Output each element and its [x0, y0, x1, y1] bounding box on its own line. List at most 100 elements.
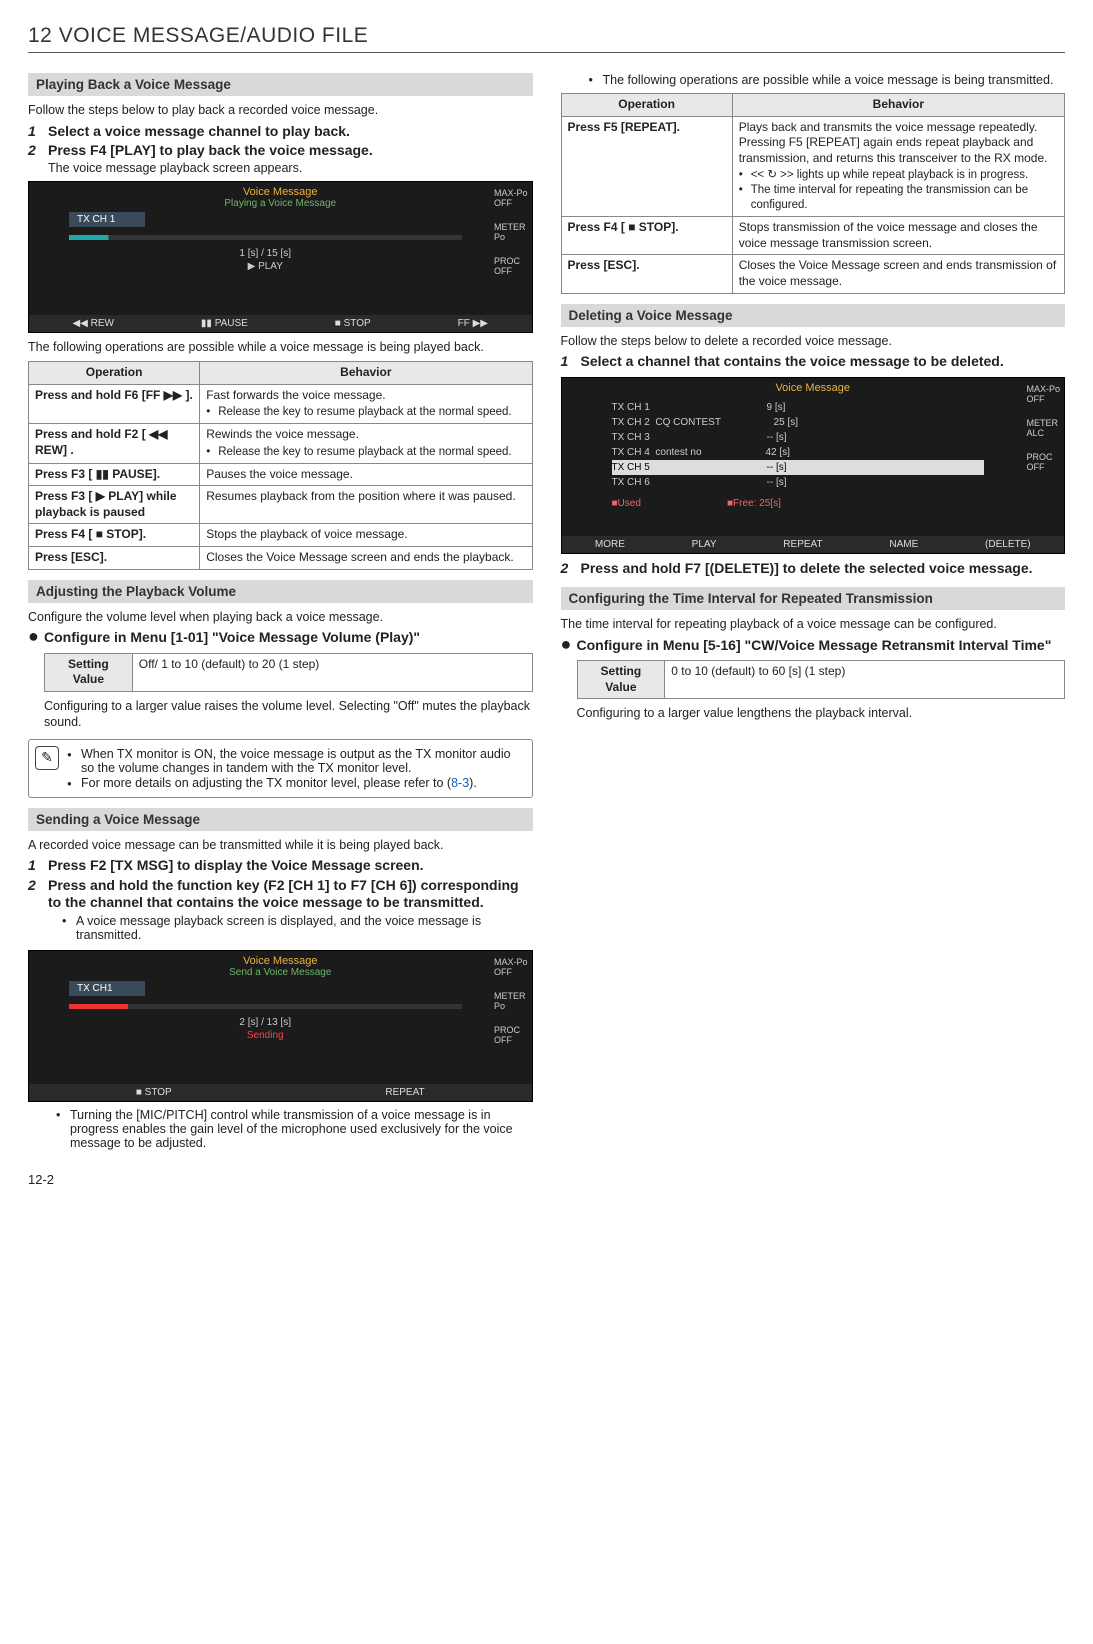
- step-head: Select a channel that contains the voice…: [581, 353, 1066, 371]
- list-item: TX CH 1 9 [s]: [612, 400, 985, 415]
- sv-label: Setting Value: [577, 661, 665, 699]
- section-deleting: Deleting a Voice Message: [561, 304, 1066, 327]
- ss-ch: TX CH 1: [69, 212, 145, 227]
- tx-ops-table: Operation Behavior Press F5 [REPEAT]. Pl…: [561, 93, 1066, 294]
- ss-buttons: MORE PLAY REPEAT NAME (DELETE): [562, 536, 1065, 553]
- be-cell: Rewinds the voice message. Release the k…: [200, 424, 532, 464]
- ss-side: MAX-Po OFF METER Po PROC OFF: [494, 188, 528, 276]
- step-head: Press and hold F7 [(DELETE)] to delete t…: [581, 560, 1066, 578]
- step-number: 2: [561, 560, 581, 578]
- right-column: The following operations are possible wh…: [561, 63, 1066, 1152]
- step-number: 2: [28, 877, 48, 944]
- playback-ops-table: Operation Behavior Press and hold F6 [FF…: [28, 361, 533, 570]
- step-sub: The voice message playback screen appear…: [48, 161, 533, 175]
- ss-ch: TX CH1: [69, 981, 145, 996]
- op-cell: Press F4 [ ■ STOP].: [561, 217, 732, 255]
- th-operation: Operation: [561, 94, 732, 117]
- op-cell: Press F4 [ ■ STOP].: [29, 524, 200, 547]
- step-head: Select a voice message channel to play b…: [48, 123, 533, 141]
- be-cell: Closes the Voice Message screen and ends…: [200, 547, 532, 570]
- op-cell: Press [ESC].: [561, 255, 732, 293]
- section-time-interval: Configuring the Time Interval for Repeat…: [561, 587, 1066, 610]
- step-head: Press F2 [TX MSG] to display the Voice M…: [48, 857, 533, 875]
- page-title: 12 VOICE MESSAGE/AUDIO FILE: [28, 24, 1065, 48]
- ss-sub: Playing a Voice Message: [29, 198, 532, 209]
- ss-time: 1 [s] / 15 [s]: [69, 248, 462, 259]
- ss-side: MAX-Po OFF METER ALC PROC OFF: [1026, 384, 1060, 472]
- section-playing-back: Playing Back a Voice Message: [28, 73, 533, 96]
- after-text: Configuring to a larger value lengthens …: [577, 705, 1066, 722]
- ss-state: Sending: [69, 1030, 462, 1041]
- bullet-list: A voice message playback screen is displ…: [62, 914, 533, 942]
- ss-buttons: ◀◀ REW ▮▮ PAUSE ■ STOP FF ▶▶: [29, 315, 532, 332]
- playback-screenshot: Voice Message Playing a Voice Message MA…: [28, 181, 533, 333]
- step-list: 2 Press and hold F7 [(DELETE)] to delete…: [561, 560, 1066, 578]
- note-list: When TX monitor is ON, the voice message…: [67, 746, 526, 791]
- be-cell: Plays back and transmits the voice messa…: [732, 116, 1064, 217]
- section-sending: Sending a Voice Message: [28, 808, 533, 831]
- be-cell: Pauses the voice message.: [200, 463, 532, 486]
- step-number: 1: [28, 123, 48, 141]
- step-list: 1 Select a channel that contains the voi…: [561, 353, 1066, 371]
- step-number: 2: [28, 142, 48, 175]
- note-box: ✎ When TX monitor is ON, the voice messa…: [28, 739, 533, 798]
- ss-state: ▶ PLAY: [69, 261, 462, 272]
- step-number: 1: [561, 353, 581, 371]
- ss-title: Voice Message: [29, 951, 532, 967]
- ss-buttons: ■ STOP REPEAT: [29, 1084, 532, 1101]
- list-item: TX CH 6 -- [s]: [612, 475, 985, 490]
- op-cell: Press and hold F2 [ ◀◀ REW] .: [29, 424, 200, 464]
- ss-title: Voice Message: [29, 182, 532, 198]
- op-cell: Press and hold F6 [FF ▶▶ ].: [29, 384, 200, 424]
- bullet-icon: ●: [561, 637, 577, 655]
- step-number: 1: [28, 857, 48, 875]
- th-behavior: Behavior: [732, 94, 1064, 117]
- after-text: Configuring to a larger value raises the…: [44, 698, 533, 731]
- sv-label: Setting Value: [45, 653, 133, 691]
- op-cell: Press F5 [REPEAT].: [561, 116, 732, 217]
- after-text: The following operations are possible wh…: [28, 339, 533, 356]
- ss-footer: ■Used ■Free: 25[s]: [612, 496, 985, 511]
- op-cell: Press F3 [ ▶ PLAY] while playback is pau…: [29, 486, 200, 524]
- intro-text: Follow the steps below to delete a recor…: [561, 333, 1066, 350]
- page-ref-link[interactable]: 8-3: [451, 776, 469, 790]
- bullet-list: Turning the [MIC/PITCH] control while tr…: [56, 1108, 533, 1150]
- list-item: TX CH 3 -- [s]: [612, 430, 985, 445]
- intro-text: Follow the steps below to play back a re…: [28, 102, 533, 119]
- intro-text: The time interval for repeating playback…: [561, 616, 1066, 633]
- bullet-icon: ●: [28, 629, 44, 647]
- intro-text: Configure the volume level when playing …: [28, 609, 533, 626]
- bullet-list: The following operations are possible wh…: [589, 73, 1066, 87]
- be-cell: Fast forwards the voice message. Release…: [200, 384, 532, 424]
- section-adjust-volume: Adjusting the Playback Volume: [28, 580, 533, 603]
- step-head: Press F4 [PLAY] to play back the voice m…: [48, 142, 533, 160]
- th-behavior: Behavior: [200, 362, 532, 385]
- page-number: 12-2: [28, 1172, 1065, 1187]
- op-cell: Press [ESC].: [29, 547, 200, 570]
- delete-screenshot: Voice Message MAX-Po OFF METER ALC PROC …: [561, 377, 1066, 554]
- divider: [28, 52, 1065, 53]
- send-screenshot: Voice Message Send a Voice Message MAX-P…: [28, 950, 533, 1102]
- pencil-icon: ✎: [35, 746, 59, 770]
- ss-sub: Send a Voice Message: [29, 967, 532, 978]
- left-column: Playing Back a Voice Message Follow the …: [28, 63, 533, 1152]
- step-list: 1 Press F2 [TX MSG] to display the Voice…: [28, 857, 533, 944]
- cfg-text: Configure in Menu [1-01] "Voice Message …: [44, 629, 420, 647]
- list-item-selected: TX CH 5 -- [s]: [612, 460, 985, 475]
- op-cell: Press F3 [ ▮▮ PAUSE].: [29, 463, 200, 486]
- intro-text: A recorded voice message can be transmit…: [28, 837, 533, 854]
- be-cell: Closes the Voice Message screen and ends…: [732, 255, 1064, 293]
- th-operation: Operation: [29, 362, 200, 385]
- cfg-text: Configure in Menu [5-16] "CW/Voice Messa…: [577, 637, 1052, 655]
- sv-value: 0 to 10 (default) to 60 [s] (1 step): [665, 661, 1065, 699]
- list-item: TX CH 2 CQ CONTEST 25 [s]: [612, 415, 985, 430]
- step-list: 1 Select a voice message channel to play…: [28, 123, 533, 175]
- setting-value-table: Setting Value 0 to 10 (default) to 60 [s…: [577, 660, 1066, 699]
- ss-time: 2 [s] / 13 [s]: [69, 1017, 462, 1028]
- be-cell: Stops transmission of the voice message …: [732, 217, 1064, 255]
- be-cell: Stops the playback of voice message.: [200, 524, 532, 547]
- step-head: Press and hold the function key (F2 [CH …: [48, 877, 533, 912]
- list-item: TX CH 4 contest no 42 [s]: [612, 445, 985, 460]
- ss-side: MAX-Po OFF METER Po PROC OFF: [494, 957, 528, 1045]
- ss-title: Voice Message: [562, 378, 1065, 394]
